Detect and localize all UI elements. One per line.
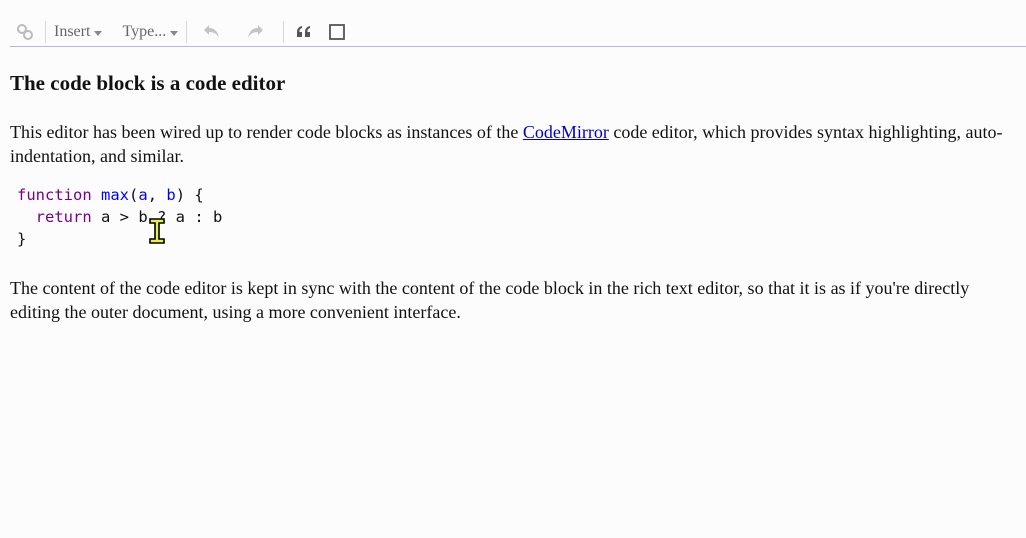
menubar: Insert Type... <box>10 18 1026 47</box>
code-punct: ( <box>129 186 139 204</box>
select-parent-icon[interactable] <box>319 19 355 45</box>
code-keyword: return <box>35 208 92 226</box>
menu-separator <box>186 21 188 43</box>
code-punct: ) { <box>175 186 204 204</box>
type-menu-label: Type... <box>122 23 167 40</box>
join-up-icon[interactable] <box>10 19 40 45</box>
text-cursor-icon <box>148 218 166 244</box>
code-function-name: max <box>101 186 129 204</box>
code-param: a <box>138 186 148 204</box>
menu-separator <box>45 21 46 43</box>
chevron-down-icon <box>170 30 179 36</box>
redo-icon[interactable] <box>232 19 278 45</box>
menu-separator <box>283 21 285 43</box>
code-param: b <box>166 186 176 204</box>
code-line-3: } <box>17 228 1018 250</box>
intro-paragraph: This editor has been wired up to render … <box>10 120 1018 168</box>
blockquote-icon[interactable] <box>289 19 319 45</box>
code-block-editor[interactable]: function max(a, b) { return a > b ? a : … <box>17 184 1018 250</box>
chevron-down-icon <box>94 30 103 36</box>
code-punct: , <box>147 186 167 204</box>
editor-document[interactable]: The code block is a code editor This edi… <box>10 62 1018 324</box>
intro-text-before: This editor has been wired up to render … <box>10 122 523 142</box>
insert-menu-label: Insert <box>54 23 91 40</box>
code-line-1: function max(a, b) { <box>17 184 1018 206</box>
code-keyword: function <box>17 186 92 204</box>
sync-paragraph: The content of the code editor is kept i… <box>10 278 970 322</box>
codemirror-link[interactable]: CodeMirror <box>523 122 609 142</box>
undo-icon[interactable] <box>192 19 232 45</box>
document-heading: The code block is a code editor <box>10 71 286 95</box>
insert-menu[interactable]: Insert <box>51 19 105 45</box>
code-line-2: return a > b ? a : b <box>17 206 1018 228</box>
code-punct: } <box>17 230 27 248</box>
menu-spacer <box>110 21 114 43</box>
type-menu[interactable]: Type... <box>119 19 181 45</box>
